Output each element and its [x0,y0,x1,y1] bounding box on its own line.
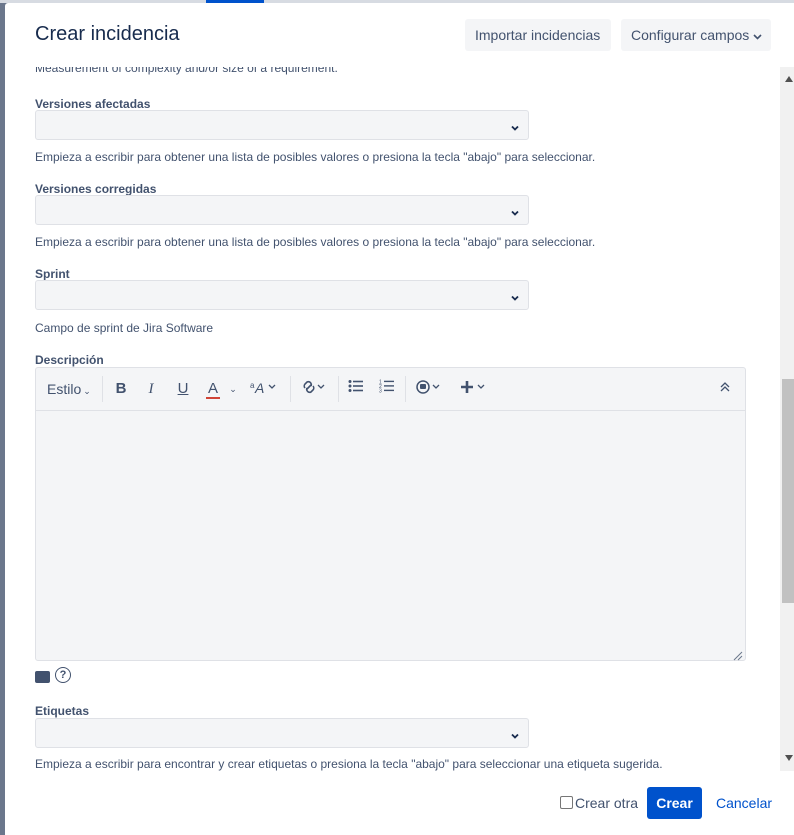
svg-text:A: A [254,380,264,395]
scroll-up-arrow-icon[interactable] [785,76,793,82]
chevron-down-icon [510,120,520,131]
style-dropdown[interactable]: Estilo ⌄ [47,379,91,399]
chevron-down-icon: ⌄ [83,386,91,396]
text-mode-icon[interactable] [35,671,50,683]
affected-versions-select[interactable] [35,110,529,140]
labels-help: Empieza a escribir para encontrar y crea… [35,757,663,771]
scrollbar-thumb[interactable] [782,379,794,603]
chevron-down-icon [510,205,520,216]
italic-icon[interactable]: I [144,379,158,399]
configure-fields-button[interactable]: Configurar campos [621,19,771,51]
labels-select[interactable] [35,718,529,748]
insert-plus-icon[interactable] [461,379,487,399]
import-issues-button[interactable]: Importar incidencias [465,19,611,51]
text-color-glyph: A [207,380,218,397]
story-points-description: Measurement of complexity and/or size of… [35,67,338,75]
toolbar-divider [338,376,339,402]
svg-text:3: 3 [379,389,382,394]
create-button[interactable]: Crear [647,787,702,819]
text-color-icon[interactable]: A [206,379,220,399]
create-another-label: Crear otra [575,795,639,811]
checkbox-icon[interactable] [560,796,573,809]
scroll-down-arrow-icon[interactable] [785,755,793,761]
create-another-checkbox[interactable]: Crear otra [560,795,638,811]
fixed-versions-label: Versiones corregidas [35,182,157,196]
editor-toolbar: Estilo ⌄ B I U A ⌄ aA 123 [36,368,745,411]
configure-fields-label: Configurar campos [631,27,750,43]
fixed-versions-help: Empieza a escribir para obtener una list… [35,235,596,249]
bold-icon[interactable]: B [114,379,128,399]
help-icon[interactable]: ? [55,667,71,683]
chevron-down-icon [510,728,520,739]
description-label: Descripción [35,353,104,367]
sprint-label: Sprint [35,267,70,281]
chevron-down-icon [510,290,520,301]
chevron-down-icon [753,22,762,54]
affected-versions-help: Empieza a escribir para obtener una list… [35,150,596,164]
text-format-icon[interactable]: aA [249,379,279,399]
emoji-icon[interactable] [416,379,442,399]
description-editor: Estilo ⌄ B I U A ⌄ aA 123 [35,367,746,661]
toolbar-divider [102,376,103,402]
resize-handle-icon[interactable] [733,648,743,661]
chevron-down-icon[interactable]: ⌄ [228,379,238,399]
toolbar-divider [290,376,291,402]
link-icon[interactable] [299,379,325,399]
affected-versions-label: Versiones afectadas [35,97,151,111]
import-issues-label: Importar incidencias [475,27,601,43]
underline-icon[interactable]: U [176,379,190,399]
text-color-bar [206,397,220,399]
create-issue-dialog: Crear incidencia Importar incidencias Co… [5,3,794,835]
dialog-body[interactable]: Measurement of complexity and/or size of… [5,67,780,771]
style-label: Estilo [47,381,82,397]
labels-label: Etiquetas [35,704,90,718]
toolbar-divider [405,376,406,402]
collapse-icon[interactable] [718,379,732,399]
cancel-link[interactable]: Cancelar [716,795,772,811]
description-textarea[interactable] [36,411,745,660]
dialog-header: Crear incidencia Importar incidencias Co… [5,3,794,67]
bullet-list-icon[interactable] [348,379,364,399]
fixed-versions-select[interactable] [35,195,529,225]
sprint-select[interactable] [35,280,529,310]
dialog-title: Crear incidencia [35,23,180,45]
numbered-list-icon[interactable]: 123 [379,379,395,399]
dialog-footer: Crear otra Crear Cancelar [5,771,794,835]
sprint-help: Campo de sprint de Jira Software [35,321,214,335]
